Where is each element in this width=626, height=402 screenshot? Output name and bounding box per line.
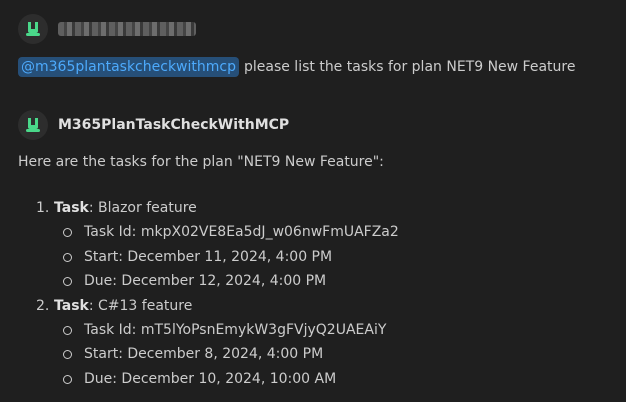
bullet-icon <box>63 374 72 384</box>
copilot-logo-icon <box>26 22 40 36</box>
task-title-row: 2. Task: C#13 feature <box>36 294 399 318</box>
task-title-row: 1. Task: Blazor feature <box>36 196 399 220</box>
agent-header: M365PlanTaskCheckWithMCP <box>18 110 289 140</box>
task-detail: Start: December 11, 2024, 4:00 PM <box>36 245 399 270</box>
task-details: Task Id: mkpX02VE8Ea5dJ_w06nwFmUAFZa2 St… <box>36 220 399 294</box>
intro-text: Here are the tasks for the plan "NET9 Ne… <box>18 154 384 170</box>
task-title: : C#13 feature <box>88 297 193 314</box>
user-header <box>18 14 196 44</box>
bullet-icon <box>63 325 72 335</box>
task-detail: Due: December 10, 2024, 10:00 AM <box>36 367 399 392</box>
task-due: Due: December 12, 2024, 4:00 PM <box>84 273 327 289</box>
user-avatar <box>18 14 48 44</box>
task-detail: Task Id: mT5lYoPsnEmykW3gFVjyQ2UAEAiY <box>36 318 399 343</box>
bullet-icon <box>63 277 72 286</box>
task-start: Start: December 11, 2024, 4:00 PM <box>84 248 333 265</box>
user-message-text: please list the tasks for plan NET9 New … <box>243 59 576 75</box>
bullet-icon <box>63 228 72 237</box>
user-message: @m365plantaskcheckwithmcp please list th… <box>18 56 575 78</box>
task-start: Start: December 8, 2024, 4:00 PM <box>84 346 324 362</box>
task-list: 1. Task: Blazor feature Task Id: mkpX02V… <box>36 196 399 391</box>
bullet-icon <box>63 350 72 359</box>
task-details: Task Id: mT5lYoPsnEmykW3gFVjyQ2UAEAiY St… <box>36 318 399 392</box>
copilot-logo-icon <box>26 118 40 132</box>
task-number: 1. <box>36 200 50 216</box>
task-item: 1. Task: Blazor feature Task Id: mkpX02V… <box>36 196 399 294</box>
agent-mention[interactable]: @m365plantaskcheckwithmcp <box>18 57 239 77</box>
task-label: Task <box>54 200 89 216</box>
task-number: 2. <box>36 297 50 314</box>
agent-intro: Here are the tasks for the plan "NET9 Ne… <box>18 152 384 172</box>
task-title: : Blazor feature <box>88 200 197 216</box>
agent-avatar <box>18 110 48 140</box>
blurred-username <box>58 22 196 36</box>
task-detail: Start: December 8, 2024, 4:00 PM <box>36 342 399 367</box>
task-detail: Task Id: mkpX02VE8Ea5dJ_w06nwFmUAFZa2 <box>36 220 399 245</box>
task-label: Task <box>54 297 89 314</box>
agent-name: M365PlanTaskCheckWithMCP <box>58 117 290 133</box>
task-due: Due: December 10, 2024, 10:00 AM <box>84 370 337 387</box>
task-id: Task Id: mkpX02VE8Ea5dJ_w06nwFmUAFZa2 <box>84 224 399 240</box>
bullet-icon <box>63 252 72 262</box>
task-item: 2. Task: C#13 feature Task Id: mT5lYoPsn… <box>36 294 399 392</box>
task-detail: Due: December 12, 2024, 4:00 PM <box>36 269 399 294</box>
task-id: Task Id: mT5lYoPsnEmykW3gFVjyQ2UAEAiY <box>84 321 387 338</box>
